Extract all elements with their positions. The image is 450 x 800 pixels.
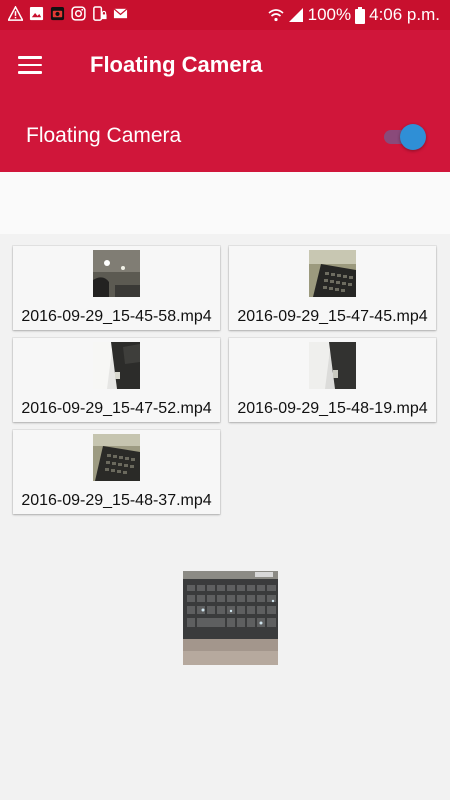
video-item[interactable]: 2016-09-29_15-47-52.mp4 bbox=[13, 338, 220, 422]
video-filename: 2016-09-29_15-47-52.mp4 bbox=[21, 400, 212, 417]
mail-icon bbox=[113, 8, 128, 19]
video-thumbnail bbox=[93, 250, 140, 297]
video-item[interactable]: 2016-09-29_15-48-37.mp4 bbox=[13, 430, 220, 514]
video-filename: 2016-09-29_15-48-19.mp4 bbox=[237, 400, 428, 417]
video-thumbnail bbox=[309, 342, 356, 389]
camera-icon bbox=[50, 6, 65, 21]
video-filename: 2016-09-29_15-45-58.mp4 bbox=[21, 308, 212, 325]
battery-icon bbox=[355, 6, 366, 24]
warning-icon bbox=[8, 6, 23, 21]
battery-percent: 100% bbox=[307, 5, 352, 24]
signal-icon bbox=[288, 8, 303, 22]
status-bar: 100% 4:06 p.m. bbox=[0, 0, 450, 30]
video-item[interactable]: 2016-09-29_15-47-45.mp4 bbox=[229, 246, 436, 330]
notification-icons bbox=[8, 6, 128, 24]
app-title: Floating Camera bbox=[90, 52, 263, 77]
floating-camera-preview[interactable] bbox=[183, 571, 278, 665]
video-filename: 2016-09-29_15-48-37.mp4 bbox=[21, 492, 212, 509]
clock: 4:06 p.m. bbox=[369, 5, 440, 24]
floating-camera-toggle-row[interactable]: Floating Camera bbox=[0, 102, 450, 172]
spacer-panel bbox=[0, 172, 450, 234]
video-thumbnail bbox=[93, 342, 140, 389]
toggle-label: Floating Camera bbox=[26, 124, 182, 147]
instagram-icon bbox=[71, 6, 86, 21]
floating-camera-switch[interactable] bbox=[382, 124, 426, 150]
image-icon bbox=[29, 6, 44, 21]
switch-thumb bbox=[400, 124, 426, 150]
app-bar: Floating Camera bbox=[0, 30, 450, 102]
video-item[interactable]: 2016-09-29_15-48-19.mp4 bbox=[229, 338, 436, 422]
video-item[interactable]: 2016-09-29_15-45-58.mp4 bbox=[13, 246, 220, 330]
system-status: 100% 4:06 p.m. bbox=[268, 4, 440, 26]
video-thumbnail bbox=[93, 434, 140, 481]
phone-lock-icon bbox=[93, 6, 107, 21]
hamburger-menu-icon[interactable] bbox=[18, 56, 42, 74]
wifi-icon bbox=[268, 9, 284, 22]
video-thumbnail bbox=[309, 250, 356, 297]
video-filename: 2016-09-29_15-47-45.mp4 bbox=[237, 308, 428, 325]
